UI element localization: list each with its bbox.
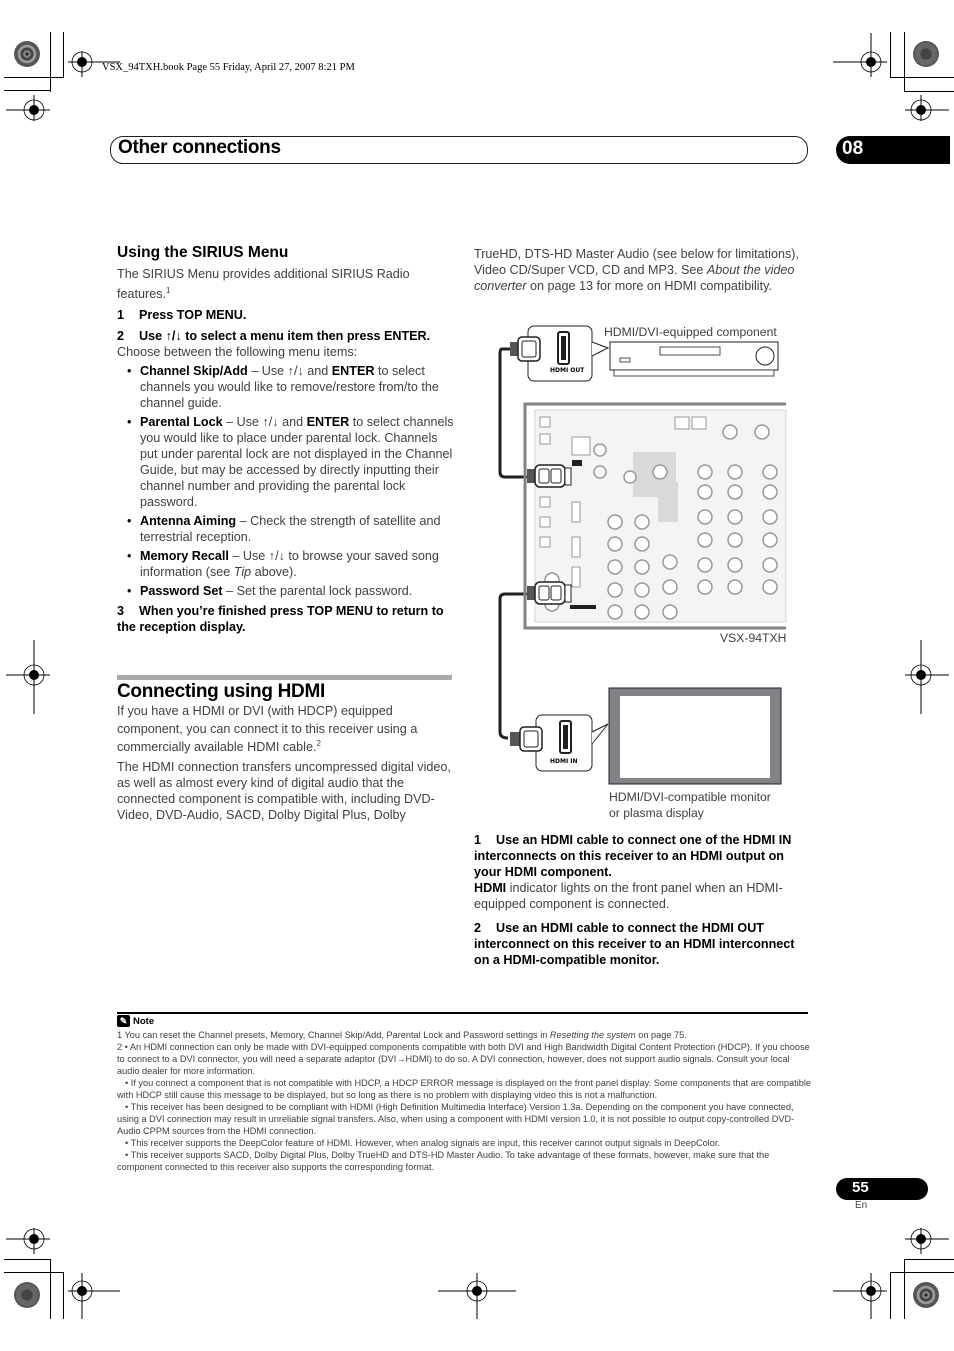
crop-mark xyxy=(4,1272,64,1273)
registration-mark-icon xyxy=(438,1273,516,1319)
color-target-icon xyxy=(913,1282,939,1308)
hdmi-dvi-component xyxy=(609,341,779,377)
footnote-2: 2 • An HDMI connection can only be made … xyxy=(117,1042,810,1076)
hdmi-section: Connecting using HDMI If you have a HDMI… xyxy=(117,681,457,823)
registration-mark-icon xyxy=(833,33,887,77)
color-target-icon xyxy=(14,1282,40,1308)
menu-item: Memory Recall – Use ↑/↓ to browse your s… xyxy=(117,548,457,580)
menu-item: Channel Skip/Add – Use ↑/↓ and ENTER to … xyxy=(117,363,457,411)
crop-mark xyxy=(904,32,905,92)
hdmi-out-label: HDMI OUT xyxy=(550,367,585,374)
crop-mark xyxy=(904,1259,905,1319)
crop-mark xyxy=(63,32,64,78)
crop-mark xyxy=(904,91,954,92)
footnote-2-item: • This receiver supports the DeepColor f… xyxy=(125,1138,720,1148)
section-heading: Connecting using HDMI xyxy=(117,681,325,702)
registration-mark-icon xyxy=(833,1273,887,1319)
menu-item: Password Set – Set the parental lock pas… xyxy=(117,583,457,599)
step-2: 2 Use ↑/↓ to select a menu item then pres… xyxy=(117,329,431,343)
registration-mark-icon xyxy=(6,95,50,121)
registration-mark-icon xyxy=(905,95,949,121)
hdmi-step-2: 2 Use an HDMI cable to connect the HDMI O… xyxy=(474,921,795,967)
hdmi-step-1-note: HDMI indicator lights on the front panel… xyxy=(474,881,783,911)
intro-paragraph: The SIRIUS Menu provides additional SIRI… xyxy=(117,267,410,301)
diagram-art xyxy=(498,325,787,785)
crop-mark xyxy=(890,1272,954,1273)
receiver-model-label: VSX-94TXH xyxy=(720,631,787,645)
hdmi-in-label: HDMI IN xyxy=(550,758,578,765)
plasma-monitor xyxy=(608,687,782,785)
registration-mark-icon xyxy=(6,1228,50,1254)
footnote-1: 1 You can reset the Channel presets, Mem… xyxy=(117,1030,687,1040)
page-number-tab xyxy=(836,1178,928,1200)
menu-item: Parental Lock – Use ↑/↓ and ENTER to sel… xyxy=(117,414,457,510)
notes-divider xyxy=(117,1012,808,1014)
hdmi-step-1: 1 Use an HDMI cable to connect one of the… xyxy=(474,833,792,879)
hdmi-connection-diagram: HDMI/DVI-equipped component HDMI OUT VSX… xyxy=(480,322,810,822)
step-1: 1 Press TOP MENU. xyxy=(117,308,247,322)
notes-heading: ✎ Note xyxy=(117,1015,154,1027)
page-language: En xyxy=(855,1200,868,1211)
receiver-rear-panel xyxy=(523,402,787,630)
footnote-ref: 2 xyxy=(316,738,321,748)
page-title: Other connections xyxy=(118,137,281,158)
crop-mark xyxy=(890,32,891,78)
step-3: 3 When you’re finished press TOP MENU to … xyxy=(117,604,444,634)
pencil-note-icon: ✎ xyxy=(117,1015,130,1027)
footnote-2-item: • This receiver has been designed to be … xyxy=(117,1102,795,1136)
menu-item: Antenna Aiming – Check the strength of s… xyxy=(117,513,457,545)
crop-mark xyxy=(890,77,954,78)
crop-mark xyxy=(4,1259,51,1260)
monitor-label: HDMI/DVI-compatible monitor or plasma di… xyxy=(609,790,771,820)
section-divider xyxy=(117,675,452,680)
crop-mark xyxy=(904,1259,954,1260)
color-target-icon xyxy=(913,41,939,67)
registration-mark-icon xyxy=(6,640,50,714)
footnote-2-item: • This receiver supports SACD, Dolby Dig… xyxy=(117,1150,770,1172)
hdmi-paragraph-1: If you have a HDMI or DVI (with HDCP) eq… xyxy=(117,704,418,754)
choose-text: Choose between the following menu items: xyxy=(117,345,358,359)
color-target-icon xyxy=(14,41,40,67)
footnote-ref: 1 xyxy=(166,285,171,295)
hdmi-steps: 1 Use an HDMI cable to connect one of the… xyxy=(474,832,812,968)
component-label: HDMI/DVI-equipped component xyxy=(604,325,777,339)
registration-mark-icon xyxy=(905,1228,949,1254)
registration-mark-icon xyxy=(68,1273,120,1319)
hdmi-paragraph-2-cont: TrueHD, DTS-HD Master Audio (see below f… xyxy=(474,247,799,293)
crop-mark xyxy=(890,1272,891,1319)
chapter-number: 08 xyxy=(842,138,864,159)
section-heading: Using the SIRIUS Menu xyxy=(117,244,289,261)
page-number: 55 xyxy=(852,1179,869,1196)
crop-mark xyxy=(50,32,51,92)
crop-mark xyxy=(4,77,64,78)
footnote-2-item: • If you connect a component that is not… xyxy=(117,1078,811,1100)
registration-mark-icon xyxy=(905,640,949,714)
sirius-section: Using the SIRIUS Menu The SIRIUS Menu pr… xyxy=(117,245,457,635)
crop-mark xyxy=(50,1259,51,1319)
print-slug: VSX_94TXH.book Page 55 Friday, April 27,… xyxy=(102,62,355,73)
crop-mark xyxy=(63,1272,64,1319)
hdmi-paragraph-2: The HDMI connection transfers uncompress… xyxy=(117,760,451,822)
footnotes: 1 You can reset the Channel presets, Mem… xyxy=(117,1029,811,1173)
crop-mark xyxy=(4,90,51,91)
